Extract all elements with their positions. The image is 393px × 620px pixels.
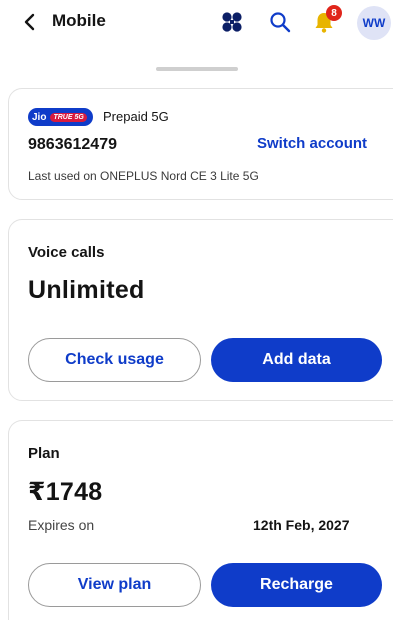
expires-date: 12th Feb, 2027	[253, 517, 350, 533]
plan-price: ₹1748	[28, 478, 103, 506]
avatar[interactable]: WW	[357, 6, 391, 40]
plan-type-label: Prepaid 5G	[103, 109, 169, 124]
search-icon	[270, 12, 291, 33]
expires-label: Expires on	[28, 517, 95, 533]
plan-label: Plan	[28, 445, 60, 462]
search-button[interactable]	[266, 8, 294, 36]
switch-account-link[interactable]: Switch account	[257, 135, 367, 152]
notifications-button[interactable]: 8	[310, 5, 342, 36]
add-data-button[interactable]: Add data	[211, 338, 382, 382]
check-usage-button[interactable]: Check usage	[28, 338, 201, 382]
page-title: Mobile	[52, 11, 106, 30]
voice-calls-value: Unlimited	[28, 276, 145, 304]
back-button[interactable]	[16, 8, 44, 36]
chevron-left-icon	[24, 13, 35, 31]
apps-button[interactable]	[218, 8, 246, 36]
drag-handle[interactable]	[156, 67, 238, 71]
jio-true5g-logo: Jio TRUE 5G	[28, 108, 93, 126]
view-plan-button[interactable]: View plan	[28, 563, 201, 607]
apps-grid-icon	[222, 12, 242, 32]
recharge-button[interactable]: Recharge	[211, 563, 382, 607]
voice-calls-label: Voice calls	[28, 244, 105, 261]
account-card: Jio TRUE 5G Prepaid 5G 9863612479 Switch …	[8, 88, 393, 200]
voice-calls-card: Voice calls Unlimited Check usage Add da…	[8, 219, 393, 401]
app-header: Mobile 8 WW	[0, 0, 393, 48]
notification-badge: 8	[326, 5, 342, 21]
plan-card: Plan ₹1748 Expires on 12th Feb, 2027 Vie…	[8, 420, 393, 620]
phone-number: 9863612479	[28, 136, 117, 153]
last-used-device: Last used on ONEPLUS Nord CE 3 Lite 5G	[28, 169, 259, 183]
